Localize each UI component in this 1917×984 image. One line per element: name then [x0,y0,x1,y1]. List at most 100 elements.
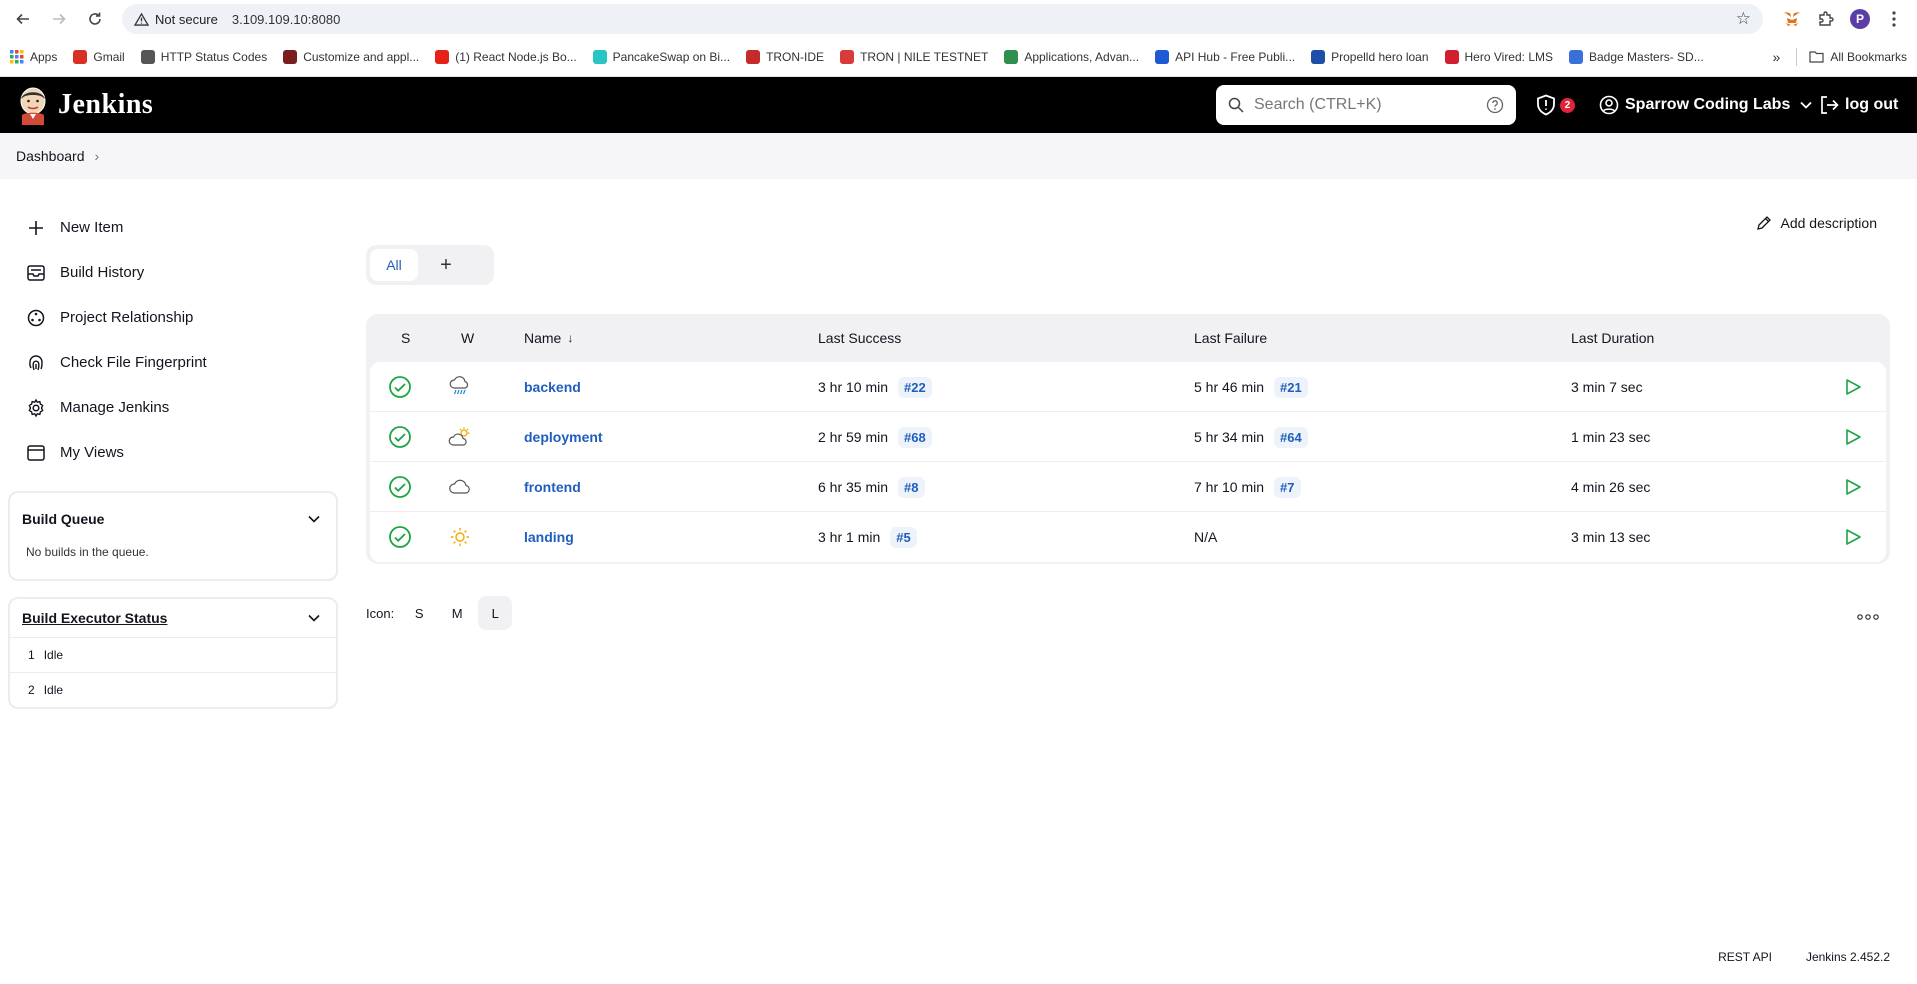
bookmark-item[interactable]: PancakeSwap on Bi... [592,50,730,64]
bookmark-item[interactable]: (1) React Node.js Bo... [435,50,577,64]
bookmark-item[interactable]: Badge Masters- SD... [1569,50,1704,64]
more-options-icon[interactable] [1857,604,1879,625]
chevron-down-icon[interactable] [308,614,320,622]
column-last-failure[interactable]: Last Failure [1194,314,1267,362]
address-bar[interactable]: Not secure 3.109.109.10:8080 ☆ [122,4,1763,34]
bookmark-item[interactable]: Customize and appl... [283,50,419,64]
logout-button[interactable]: log out [1819,77,1898,133]
all-bookmarks-label: All Bookmarks [1830,50,1907,64]
add-view-button[interactable]: + [418,249,474,281]
sort-arrow-icon: ↓ [567,331,574,345]
bookmark-star-icon[interactable]: ☆ [1736,9,1751,29]
bookmark-favicon-icon [1569,50,1583,64]
chevron-down-icon[interactable] [308,515,320,523]
column-weather[interactable]: W [461,314,474,362]
last-failure-build-link[interactable]: #64 [1274,426,1308,448]
build-executor-title[interactable]: Build Executor Status [22,610,167,626]
sidebar-item-my-views[interactable]: My Views [8,430,338,475]
rest-api-link[interactable]: REST API [1718,950,1772,964]
last-success-build-link[interactable]: #68 [898,426,932,448]
breadcrumb-dashboard[interactable]: Dashboard [16,148,85,164]
bookmark-item[interactable]: Hero Vired: LMS [1444,50,1553,64]
jenkins-logo[interactable]: Jenkins [16,85,153,125]
bookmark-item[interactable]: HTTP Status Codes [140,50,267,64]
icon-size-m[interactable]: M [440,596,474,630]
bookmark-favicon-icon [592,50,607,64]
column-last-success[interactable]: Last Success [818,314,901,362]
extensions-puzzle-icon[interactable] [1811,4,1841,34]
column-name[interactable]: Name ↓ [524,314,573,362]
bookmark-favicon-icon [1004,50,1019,64]
sidebar-item-label: New Item [60,219,124,236]
metamask-extension-icon[interactable] [1777,4,1807,34]
bookmark-item[interactable]: TRON-IDE [746,50,824,64]
job-name-link[interactable]: frontend [524,479,581,495]
jenkins-header: Jenkins 2 Sparrow Coding Labs log out [0,77,1917,133]
sidebar-item-check-file-fingerprint[interactable]: Check File Fingerprint [8,340,338,385]
user-menu[interactable]: Sparrow Coding Labs [1599,77,1812,133]
help-icon[interactable] [1486,96,1504,114]
sidebar-item-manage-jenkins[interactable]: Manage Jenkins [8,385,338,430]
last-success-time: 6 hr 35 min [818,479,889,495]
bookmark-label: (1) React Node.js Bo... [455,50,577,64]
url-text[interactable]: 3.109.109.10:8080 [232,12,340,27]
column-status[interactable]: S [401,314,410,362]
schedule-build-play-icon[interactable] [1844,412,1862,462]
last-failure-build-link[interactable]: #7 [1274,476,1301,498]
profile-avatar[interactable]: P [1845,4,1875,34]
bookmark-item[interactable]: Applications, Advan... [1004,50,1139,64]
executor-status: Idle [43,648,64,662]
column-last-duration[interactable]: Last Duration [1571,314,1654,362]
reload-icon[interactable] [80,4,110,34]
bookmark-favicon-icon [746,50,761,64]
tab-all[interactable]: All [370,249,418,281]
sidebar-item-project-relationship[interactable]: Project Relationship [8,295,338,340]
schedule-build-play-icon[interactable] [1844,462,1862,512]
bookmark-item[interactable]: Propelld hero loan [1311,50,1429,64]
more-bookmarks-icon[interactable]: » [1773,49,1781,65]
add-description-button[interactable]: Add description [1756,215,1877,231]
add-description-label: Add description [1780,215,1877,231]
bookmark-item[interactable]: API Hub - Free Publi... [1155,50,1295,64]
table-row: frontend 6 hr 35 min #8 7 hr 10 min #7 4 min … [370,462,1886,512]
chevron-right-icon[interactable]: › [95,148,100,164]
inbox-icon [27,264,45,281]
build-executor-header[interactable]: Build Executor Status [10,599,336,637]
job-name-link[interactable]: backend [524,379,581,395]
weather-cloud-icon [448,462,472,512]
last-failure-build-link[interactable]: #21 [1274,376,1308,398]
last-success-build-link[interactable]: #22 [898,376,932,398]
schedule-build-play-icon[interactable] [1844,362,1862,412]
build-queue-panel: Build Queue No builds in the queue. [8,491,338,581]
security-label[interactable]: Not secure [155,12,218,27]
executor-number: 1 [28,648,35,662]
back-icon[interactable] [8,4,38,34]
bookmark-item[interactable]: Gmail [73,50,125,64]
last-success-build-link[interactable]: #5 [890,526,917,548]
sidebar-item-label: Manage Jenkins [60,399,170,416]
icon-size-label: Icon: [366,605,395,621]
icon-size-l[interactable]: L [478,596,513,630]
search-input[interactable] [1254,96,1486,114]
table-row: landing 3 hr 1 min #5 N/A 3 min 13 sec [370,512,1886,562]
browser-menu-icon[interactable] [1879,4,1909,34]
bookmark-item[interactable]: Apps [10,50,57,64]
icon-size-s[interactable]: S [402,596,436,630]
security-alerts[interactable]: 2 [1536,77,1575,133]
bookmark-item[interactable]: TRON | NILE TESTNET [840,50,988,64]
last-success-time: 3 hr 10 min [818,379,889,395]
table-header: S W Name ↓ Last Success Last Failure Las… [366,314,1890,362]
last-success-build-link[interactable]: #8 [898,476,925,498]
job-name-link[interactable]: landing [524,529,574,545]
forward-icon[interactable] [44,4,74,34]
build-queue-header[interactable]: Build Queue [10,493,336,545]
sidebar-item-build-history[interactable]: Build History [8,250,338,295]
sidebar-item-new-item[interactable]: New Item [8,205,338,250]
breadcrumb: Dashboard › [0,133,1917,179]
jenkins-version[interactable]: Jenkins 2.452.2 [1806,950,1890,964]
job-name-link[interactable]: deployment [524,429,603,445]
all-bookmarks-folder[interactable]: All Bookmarks [1809,50,1907,64]
status-success-icon [388,412,412,462]
schedule-build-play-icon[interactable] [1844,512,1862,562]
search-box[interactable] [1216,85,1516,125]
